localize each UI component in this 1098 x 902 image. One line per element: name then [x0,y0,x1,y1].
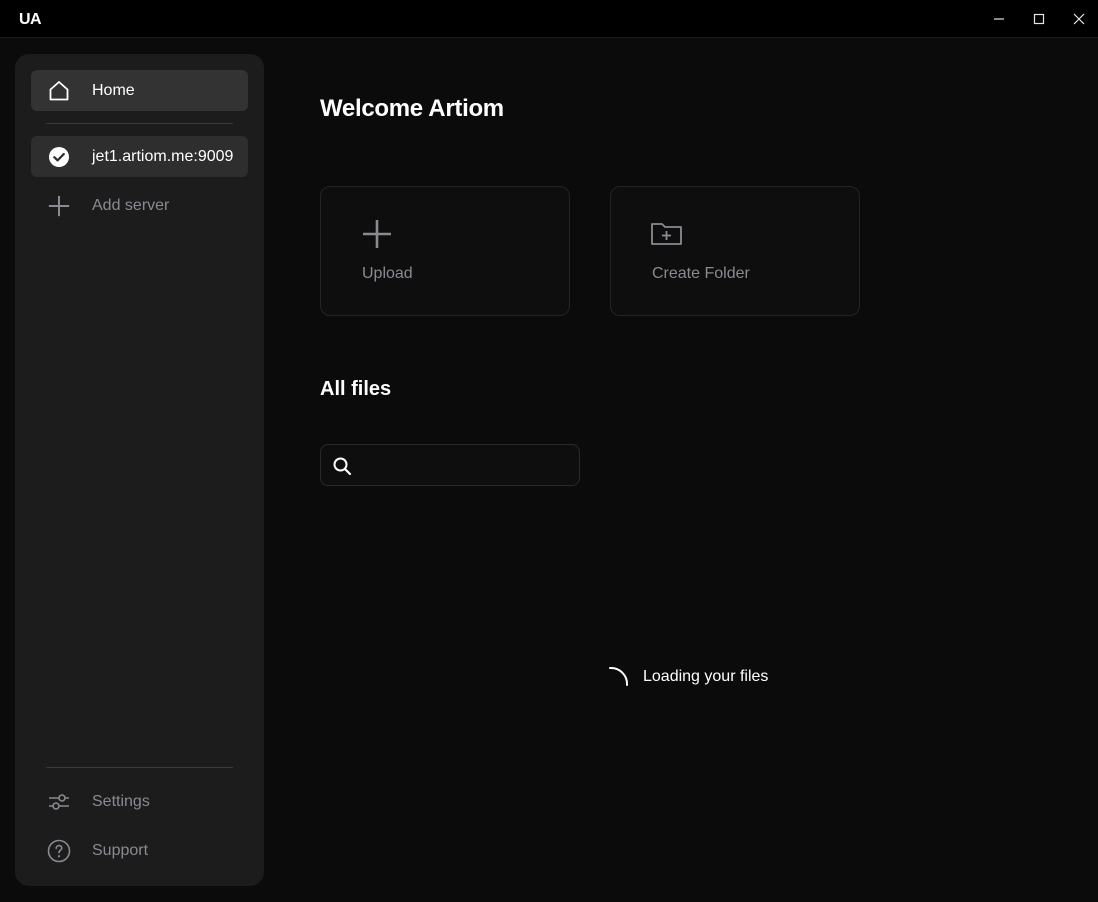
maximize-icon [1033,13,1045,25]
loading-indicator: Loading your files [608,660,768,694]
sidebar-item-label: Settings [92,792,150,810]
search-input[interactable] [361,445,571,485]
plus-icon [47,194,71,218]
sidebar-item-settings[interactable]: Settings [31,781,248,822]
folder-plus-icon [651,223,682,245]
minimize-button[interactable] [989,9,1009,29]
sidebar-divider [46,123,233,124]
sidebar-item-home[interactable]: Home [31,70,248,111]
sidebar-item-server[interactable]: jet1.artiom.me:9009 [31,136,248,177]
all-files-title: All files [320,378,392,400]
create-folder-card[interactable]: Create Folder [610,186,860,316]
sidebar-divider [46,767,233,768]
app-logo: UA [19,11,42,28]
sidebar: Home jet1.artiom.me:9009 Add server Sett… [15,54,264,886]
home-icon [47,79,71,103]
close-button[interactable] [1069,9,1089,29]
sidebar-item-label: Add server [92,196,170,214]
sidebar-item-label: jet1.artiom.me:9009 [92,147,234,165]
sidebar-item-support[interactable]: Support [31,830,248,871]
loading-text: Loading your files [643,668,769,685]
search-icon [333,457,352,476]
plus-icon [363,220,391,248]
maximize-button[interactable] [1029,9,1049,29]
check-circle-icon [47,145,71,169]
sliders-icon [47,790,71,814]
page-title: Welcome Artiom [320,95,504,122]
title-bar: UA [0,0,1098,38]
spinner-icon [609,666,629,686]
search-box [320,444,580,486]
close-icon [1073,13,1085,25]
upload-label: Upload [362,265,413,282]
create-folder-label: Create Folder [652,265,750,282]
help-circle-icon [47,839,71,863]
upload-card[interactable]: Upload [320,186,570,316]
add-server-button[interactable]: Add server [31,185,248,226]
minimize-icon [994,18,1004,20]
sidebar-item-label: Home [92,81,135,99]
sidebar-item-label: Support [92,841,149,859]
